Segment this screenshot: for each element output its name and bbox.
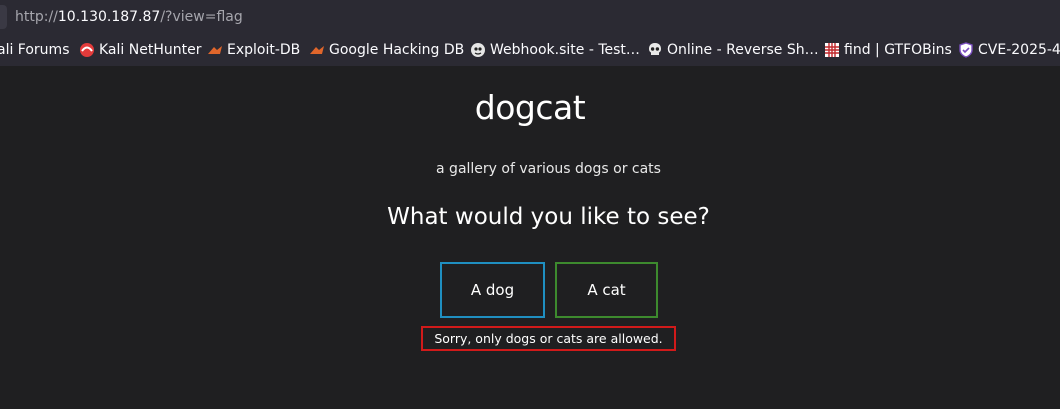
- bookmark-kali-forums[interactable]: ali Forums: [0, 41, 70, 59]
- browser-window: http://10.130.187.87/?view=flag ali Foru…: [0, 0, 1060, 409]
- error-message: Sorry, only dogs or cats are allowed.: [421, 326, 676, 351]
- bookmark-kali-nethunter[interactable]: Kali NetHunter: [79, 41, 201, 59]
- nethunter-icon: [79, 42, 95, 58]
- page-subtitle: a gallery of various dogs or cats: [436, 161, 661, 177]
- bookmark-label: Google Hacking DB: [329, 42, 465, 58]
- cve-shield-icon: [958, 42, 974, 58]
- bookmarks-toolbar: ali Forums Kali NetHunter Exploit-DB Goo…: [0, 34, 1060, 66]
- url-bar-left-button[interactable]: [0, 5, 7, 29]
- question-heading: What would you like to see?: [387, 204, 710, 230]
- bookmark-label: Online - Reverse Sh…: [667, 42, 819, 58]
- skull-icon: [647, 42, 663, 58]
- bookmark-google-hacking-db[interactable]: Google Hacking DB: [309, 41, 464, 59]
- cat-button[interactable]: A cat: [555, 262, 658, 318]
- page-content: dogcat a gallery of various dogs or cats…: [0, 66, 1060, 409]
- bookmark-exploit-db[interactable]: Exploit-DB: [207, 41, 300, 59]
- bookmark-label: find | GTFOBins: [844, 42, 952, 58]
- bookmark-label: Webhook.site - Test…: [490, 42, 640, 58]
- bookmark-cve[interactable]: CVE-2025-4: [958, 41, 1060, 59]
- bookmark-gtfobins[interactable]: find | GTFOBins: [824, 41, 952, 59]
- gtfobins-icon: [824, 42, 840, 58]
- url-path: /?view=flag: [160, 9, 243, 25]
- bookmark-webhook-site[interactable]: Webhook.site - Test…: [470, 41, 640, 59]
- bookmark-label: Kali NetHunter: [99, 42, 202, 58]
- url-bar: http://10.130.187.87/?view=flag: [0, 0, 1060, 34]
- ghdb-icon: [309, 42, 325, 58]
- bookmark-label: CVE-2025-4: [978, 42, 1060, 58]
- dog-button[interactable]: A dog: [440, 262, 545, 318]
- webhook-icon: [470, 42, 486, 58]
- exploit-db-icon: [207, 42, 223, 58]
- url-scheme: http://: [15, 9, 58, 25]
- bookmark-label: ali Forums: [0, 42, 70, 58]
- address-field[interactable]: http://10.130.187.87/?view=flag: [15, 8, 243, 26]
- bookmark-reverse-shell[interactable]: Online - Reverse Sh…: [647, 41, 819, 59]
- page-title: dogcat: [474, 88, 586, 127]
- url-host: 10.130.187.87: [57, 9, 161, 25]
- bookmark-label: Exploit-DB: [227, 42, 301, 58]
